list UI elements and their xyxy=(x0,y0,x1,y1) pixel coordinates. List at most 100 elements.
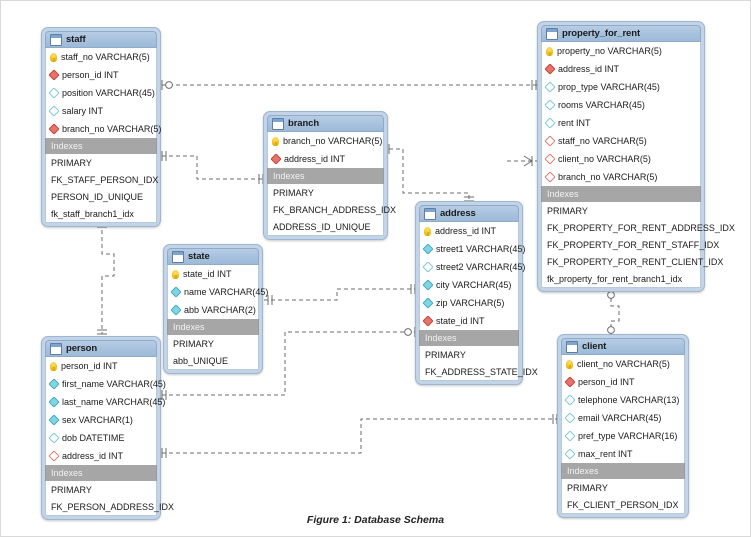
column-row[interactable]: last_name VARCHAR(45) xyxy=(46,393,165,411)
column-row[interactable]: branch_no VARCHAR(5) xyxy=(46,120,161,138)
index-label: FK_CLIENT_PERSON_IDX xyxy=(567,499,679,510)
column-row[interactable]: telephone VARCHAR(13) xyxy=(562,391,684,409)
column-row[interactable]: position VARCHAR(45) xyxy=(46,84,156,102)
column-label: dob DATETIME xyxy=(62,433,125,443)
column-row[interactable]: first_name VARCHAR(45) xyxy=(46,375,166,393)
indexes-label: Indexes xyxy=(173,322,205,332)
index-row[interactable]: PERSON_ID_UNIQUE xyxy=(46,188,156,205)
table-state[interactable]: state state_id INT name VARCHAR(45) abb VAR… xyxy=(163,244,268,374)
index-label: PRIMARY xyxy=(51,157,92,168)
column-row[interactable]: street1 VARCHAR(45) xyxy=(420,240,525,258)
index-row[interactable]: ADDRESS_ID_UNIQUE xyxy=(268,218,383,235)
index-row[interactable]: FK_PROPERTY_FOR_RENT_ADDRESS_IDX xyxy=(542,219,735,236)
column-row[interactable]: staff_no VARCHAR(5) xyxy=(542,132,700,150)
indexes-list: PRIMARY abb_UNIQUE xyxy=(167,335,259,370)
indexes-header[interactable]: Indexes xyxy=(167,319,259,335)
table-header-person[interactable]: person xyxy=(45,340,157,357)
column-row[interactable]: address_id INT xyxy=(46,447,156,465)
indexes-label: Indexes xyxy=(425,333,457,343)
index-row[interactable]: fk_property_for_rent_branch1_idx xyxy=(542,270,700,287)
indexes-header[interactable]: Indexes xyxy=(45,465,157,481)
table-name-label: address xyxy=(440,208,476,219)
column-row[interactable]: state_id INT xyxy=(168,265,258,283)
columns-list: property_no VARCHAR(5) address_id INT prop… xyxy=(541,42,701,186)
table-client[interactable]: client client_no VARCHAR(5) person_id INT t… xyxy=(557,334,689,518)
column-row[interactable]: rent INT xyxy=(542,114,700,132)
link-staff-person xyxy=(101,223,115,334)
column-row[interactable]: sex VARCHAR(1) xyxy=(46,411,156,429)
column-required-icon xyxy=(422,243,434,255)
table-header-address[interactable]: address xyxy=(419,205,519,222)
column-nullable-icon xyxy=(48,87,60,99)
indexes-header[interactable]: Indexes xyxy=(267,168,384,184)
index-row[interactable]: PRIMARY xyxy=(268,184,383,201)
column-nullable-icon xyxy=(422,261,434,273)
table-person[interactable]: person person_id INT first_name VARCHAR(45… xyxy=(41,336,174,520)
column-row[interactable]: staff_no VARCHAR(5) xyxy=(46,48,156,66)
table-property_for_rent[interactable]: property_for_rent property_no VARCHAR(5) a… xyxy=(537,21,735,292)
column-required-icon xyxy=(48,414,60,426)
indexes-header[interactable]: Indexes xyxy=(45,138,157,154)
index-row[interactable]: FK_PROPERTY_FOR_RENT_STAFF_IDX xyxy=(542,236,719,253)
column-label: client_no VARCHAR(5) xyxy=(577,359,670,369)
index-row[interactable]: FK_ADDRESS_STATE_IDX xyxy=(420,363,538,380)
index-row[interactable]: FK_PERSON_ADDRESS_IDX xyxy=(46,498,174,515)
column-row[interactable]: person_id INT xyxy=(562,373,684,391)
index-row[interactable]: PRIMARY xyxy=(168,335,258,352)
column-row[interactable]: city VARCHAR(45) xyxy=(420,276,518,294)
column-row[interactable]: prop_type VARCHAR(45) xyxy=(542,78,700,96)
column-row[interactable]: property_no VARCHAR(5) xyxy=(542,42,700,60)
table-header-staff[interactable]: staff xyxy=(45,31,157,48)
table-header-client[interactable]: client xyxy=(561,338,685,355)
table-header-property_for_rent[interactable]: property_for_rent xyxy=(541,25,701,42)
column-row[interactable]: address_id INT xyxy=(420,222,518,240)
column-row[interactable]: dob DATETIME xyxy=(46,429,156,447)
table-header-branch[interactable]: branch xyxy=(267,115,384,132)
index-row[interactable]: abb_UNIQUE xyxy=(168,352,258,369)
index-label: FK_PROPERTY_FOR_RENT_CLIENT_IDX xyxy=(547,256,724,267)
index-row[interactable]: PRIMARY xyxy=(420,346,518,363)
index-label: PRIMARY xyxy=(173,338,214,349)
column-row[interactable]: client_no VARCHAR(5) xyxy=(562,355,684,373)
table-branch[interactable]: branch branch_no VARCHAR(5) address_id INT… xyxy=(263,111,396,240)
column-row[interactable]: person_id INT xyxy=(46,357,156,375)
column-row[interactable]: street2 VARCHAR(45) xyxy=(420,258,525,276)
column-row[interactable]: branch_no VARCHAR(5) xyxy=(268,132,383,150)
column-row[interactable]: pref_type VARCHAR(16) xyxy=(562,427,684,445)
index-row[interactable]: FK_CLIENT_PERSON_IDX xyxy=(562,496,684,513)
column-label: first_name VARCHAR(45) xyxy=(62,379,166,389)
column-row[interactable]: name VARCHAR(45) xyxy=(168,283,268,301)
index-row[interactable]: PRIMARY xyxy=(562,479,684,496)
primary-key-icon xyxy=(172,269,179,279)
table-name-label: staff xyxy=(66,34,86,45)
index-row[interactable]: FK_STAFF_PERSON_IDX xyxy=(46,171,158,188)
marker-many xyxy=(523,155,533,167)
column-required-icon xyxy=(48,396,60,408)
column-row[interactable]: email VARCHAR(45) xyxy=(562,409,684,427)
index-row[interactable]: PRIMARY xyxy=(46,154,156,171)
index-row[interactable]: fk_staff_branch1_idx xyxy=(46,205,156,222)
indexes-header[interactable]: Indexes xyxy=(419,330,519,346)
indexes-header[interactable]: Indexes xyxy=(561,463,685,479)
indexes-header[interactable]: Indexes xyxy=(541,186,701,202)
index-row[interactable]: PRIMARY xyxy=(542,202,700,219)
column-row[interactable]: person_id INT xyxy=(46,66,156,84)
column-row[interactable]: address_id INT xyxy=(542,60,700,78)
column-row[interactable]: address_id INT xyxy=(268,150,383,168)
column-nullable-icon xyxy=(564,430,576,442)
table-address[interactable]: address address_id INT street1 VARCHAR(45)… xyxy=(415,201,538,385)
column-row[interactable]: abb VARCHAR(2) xyxy=(168,301,258,319)
table-header-state[interactable]: state xyxy=(167,248,259,265)
column-row[interactable]: rooms VARCHAR(45) xyxy=(542,96,700,114)
column-row[interactable]: branch_no VARCHAR(5) xyxy=(542,168,700,186)
index-row[interactable]: FK_BRANCH_ADDRESS_IDX xyxy=(268,201,396,218)
column-row[interactable]: max_rent INT xyxy=(562,445,684,463)
column-row[interactable]: zip VARCHAR(5) xyxy=(420,294,518,312)
foreign-key-required-icon xyxy=(48,69,60,81)
index-row[interactable]: FK_PROPERTY_FOR_RENT_CLIENT_IDX xyxy=(542,253,723,270)
column-row[interactable]: salary INT xyxy=(46,102,156,120)
index-row[interactable]: PRIMARY xyxy=(46,481,156,498)
table-staff[interactable]: staff staff_no VARCHAR(5) person_id INT pos… xyxy=(41,27,161,227)
column-row[interactable]: client_no VARCHAR(5) xyxy=(542,150,700,168)
column-row[interactable]: state_id INT xyxy=(420,312,518,330)
